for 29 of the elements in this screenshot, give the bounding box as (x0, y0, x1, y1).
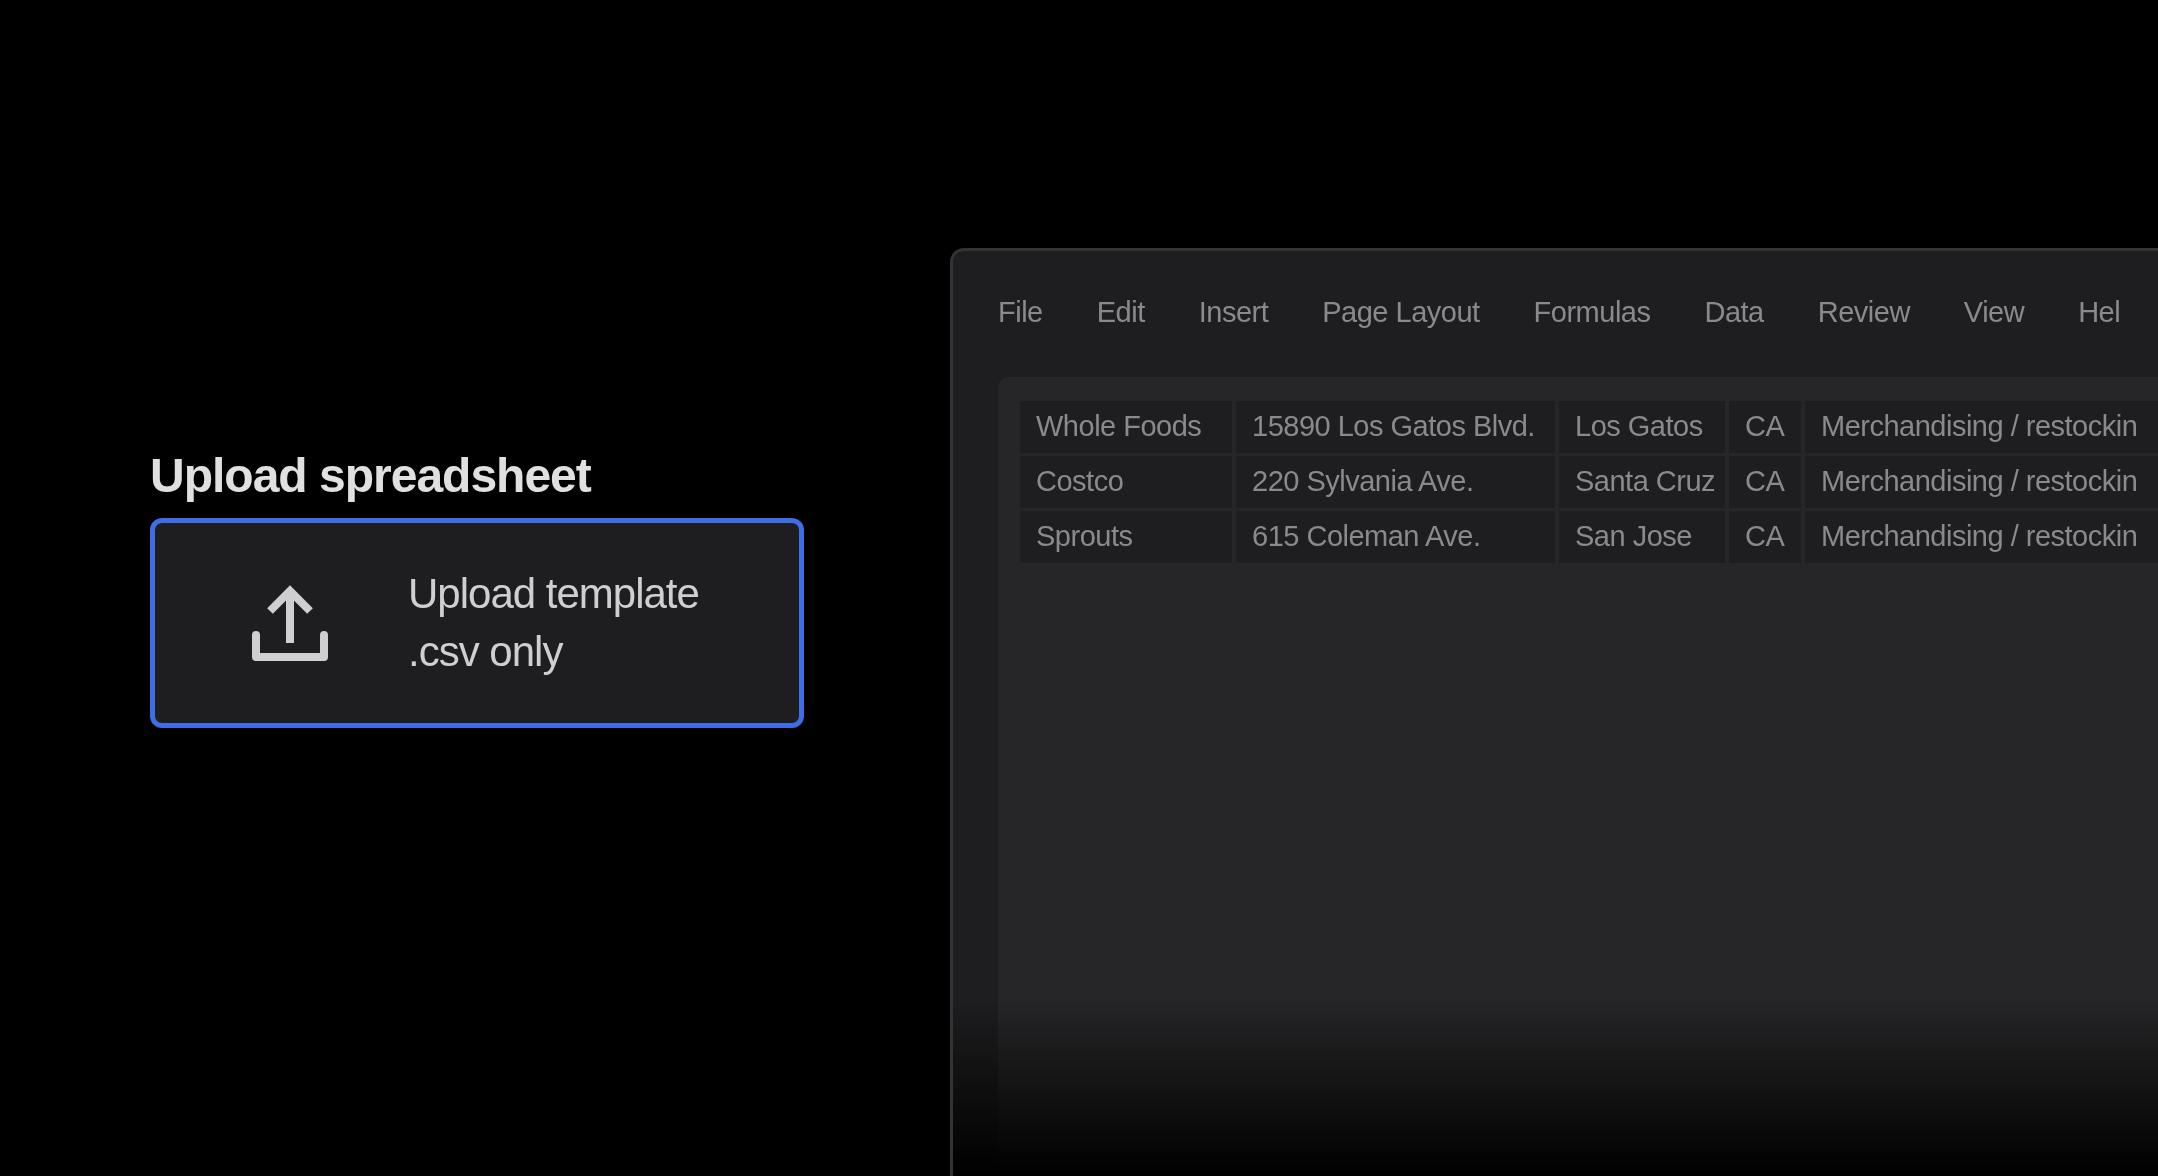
table-cell: Sprouts (1020, 511, 1232, 563)
upload-hint: Upload template (408, 569, 699, 619)
menu-item[interactable]: Data (1704, 291, 1764, 377)
table-cell: Los Gatos (1559, 401, 1725, 453)
table-cell: 15890 Los Gatos Blvd. (1236, 401, 1555, 453)
table-cell: 615 Coleman Ave. (1236, 511, 1555, 563)
table-cell: 220 Sylvania Ave. (1236, 456, 1555, 508)
menu-item[interactable]: Edit (1096, 291, 1145, 377)
table-cell: CA (1729, 511, 1801, 563)
upload-dropzone[interactable]: Upload template .csv only (150, 518, 804, 728)
table-cell: Whole Foods (1020, 401, 1232, 453)
table-cell: Santa Cruz (1559, 456, 1725, 508)
menu-item[interactable]: File (998, 291, 1043, 377)
table-cell: CA (1729, 456, 1801, 508)
menu-item[interactable]: Page Layout (1322, 291, 1480, 377)
menu-item[interactable]: Hel (2078, 291, 2121, 377)
table-cell: Costco (1020, 456, 1232, 508)
menu-item[interactable]: Formulas (1533, 291, 1651, 377)
table-cell: CA (1729, 401, 1801, 453)
menu-item[interactable]: Review (1817, 291, 1910, 377)
table-cell: San Jose (1559, 511, 1725, 563)
table-cell: Merchandising / restockin (1805, 456, 2158, 508)
section-title: Upload spreadsheet (150, 448, 593, 504)
menu-item[interactable]: View (1963, 291, 2025, 377)
upload-icon (250, 583, 330, 663)
table-cell: Merchandising / restockin (1805, 401, 2158, 453)
table-cell: Merchandising / restockin (1805, 511, 2158, 563)
upload-hint: .csv only (408, 627, 564, 677)
menu-item[interactable]: Insert (1198, 291, 1269, 377)
